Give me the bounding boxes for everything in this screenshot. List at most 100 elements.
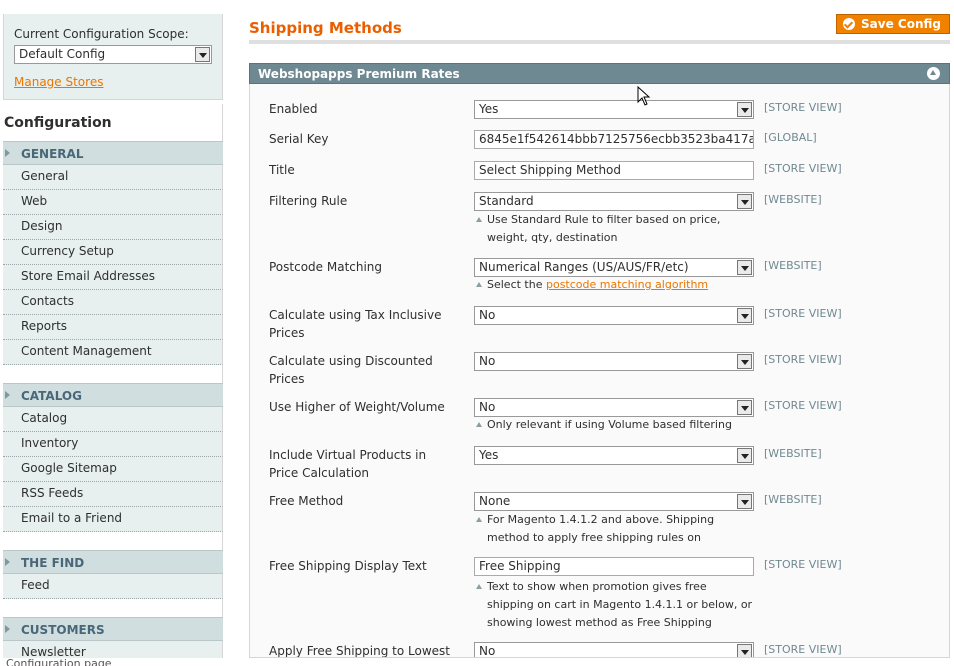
nav-spacer — [3, 365, 223, 383]
section-title: Webshopapps Premium Rates — [258, 67, 460, 81]
scope-label: [STORE VIEW] — [764, 101, 842, 114]
nav-item-inventory[interactable]: Inventory — [3, 432, 223, 457]
serial-key-input[interactable]: 6845e1f542614bbb7125756ecbb3523ba417addd — [474, 130, 754, 149]
select-value: Yes — [479, 448, 499, 462]
chevron-down-icon — [737, 260, 752, 275]
scope-label: [WEBSITE] — [764, 259, 822, 272]
apply-lowest-select[interactable]: No — [474, 642, 754, 658]
nav-section-title: CUSTOMERS — [21, 623, 105, 637]
nav-spacer — [3, 599, 223, 617]
scope-label: [WEBSITE] — [764, 447, 822, 460]
expand-arrow-icon — [5, 558, 10, 566]
save-config-label: Save Config — [861, 17, 941, 31]
filtering-rule-select[interactable]: Standard — [474, 192, 754, 211]
nav-item-email-to-a-friend[interactable]: Email to a Friend — [3, 507, 223, 532]
scope-label: [STORE VIEW] — [764, 399, 842, 412]
nav-section-the-find[interactable]: THE FIND — [3, 550, 223, 574]
field-note: Use Standard Rule to filter based on pri… — [474, 211, 764, 247]
free-shipping-text-input[interactable]: Free Shipping — [474, 557, 754, 576]
tax-inclusive-select[interactable]: No — [474, 306, 754, 325]
nav-section-title: THE FIND — [21, 556, 85, 570]
chevron-down-icon — [737, 308, 752, 323]
postcode-matching-select[interactable]: Numerical Ranges (US/AUS/FR/etc) — [474, 258, 754, 277]
field-label: Free Method — [269, 494, 344, 508]
note-text: Use Standard Rule to filter based on pri… — [487, 213, 721, 244]
sidebar: Current Configuration Scope: Default Con… — [0, 0, 223, 666]
scope-switcher: Current Configuration Scope: Default Con… — [3, 14, 223, 100]
select-value: No — [479, 354, 496, 368]
collapse-icon[interactable] — [927, 67, 940, 80]
note-text: Only relevant if using Volume based filt… — [487, 418, 732, 431]
scope-label: [STORE VIEW] — [764, 307, 842, 320]
nav-item-catalog[interactable]: Catalog — [3, 407, 223, 432]
field-label: Enabled — [269, 102, 318, 116]
nav-section-general[interactable]: GENERAL — [3, 141, 223, 165]
nav-item-contacts[interactable]: Contacts — [3, 290, 223, 315]
nav-item-google-sitemap[interactable]: Google Sitemap — [3, 457, 223, 482]
discounted-select[interactable]: No — [474, 352, 754, 371]
expand-arrow-icon — [5, 391, 10, 399]
nav-item-currency-setup[interactable]: Currency Setup — [3, 240, 223, 265]
enabled-select[interactable]: Yes — [474, 100, 754, 119]
nav-section-catalog[interactable]: CATALOG — [3, 383, 223, 407]
nav-item-feed[interactable]: Feed — [3, 574, 223, 599]
chevron-down-icon — [195, 47, 210, 62]
scope-label: [STORE VIEW] — [764, 643, 842, 656]
field-label: Include Virtual Products in Price Calcul… — [269, 448, 427, 480]
free-method-select[interactable]: None — [474, 492, 754, 511]
note-text: Text to show when promotion gives free s… — [487, 580, 753, 629]
nav-spacer — [3, 532, 223, 550]
chevron-down-icon — [737, 494, 752, 509]
note-text: For Magento 1.4.1.2 and above. Shipping … — [487, 513, 715, 544]
status-bar: Configuration page — [0, 658, 954, 666]
field-label: Serial Key — [269, 132, 329, 146]
nav-item-rss-feeds[interactable]: RSS Feeds — [3, 482, 223, 507]
title-input[interactable]: Select Shipping Method — [474, 161, 754, 180]
note-arrow-icon — [476, 217, 482, 222]
scope-label: [WEBSITE] — [764, 493, 822, 506]
nav-item-design[interactable]: Design — [3, 215, 223, 240]
chevron-down-icon — [737, 644, 752, 657]
save-config-button[interactable]: Save Config — [836, 14, 950, 34]
scope-select[interactable]: Default Config — [14, 45, 212, 64]
select-value: Standard — [479, 194, 534, 208]
manage-stores-link[interactable]: Manage Stores — [14, 75, 103, 89]
nav-item-reports[interactable]: Reports — [3, 315, 223, 340]
scope-label: [STORE VIEW] — [764, 558, 842, 571]
fieldset: Enabled Yes [STORE VIEW] Serial Key 6845… — [249, 84, 950, 658]
field-label: Apply Free Shipping to Lowest — [269, 644, 450, 658]
field-label: Free Shipping Display Text — [269, 559, 427, 573]
scope-label: [STORE VIEW] — [764, 353, 842, 366]
nav-item-content-management[interactable]: Content Management — [3, 340, 223, 365]
select-value: Numerical Ranges (US/AUS/FR/etc) — [479, 260, 689, 274]
scope-label: [GLOBAL] — [764, 131, 817, 144]
chevron-down-icon — [737, 102, 752, 117]
chevron-down-icon — [737, 448, 752, 463]
select-value: No — [479, 400, 496, 414]
chevron-down-icon — [737, 354, 752, 369]
select-value: No — [479, 644, 496, 658]
field-label: Title — [269, 163, 295, 177]
nav-item-web[interactable]: Web — [3, 190, 223, 215]
higher-weight-select[interactable]: No — [474, 398, 754, 417]
scope-label: Current Configuration Scope: — [14, 27, 189, 41]
nav-section-customers[interactable]: CUSTOMERS — [3, 617, 223, 641]
field-note: Only relevant if using Volume based filt… — [474, 416, 764, 434]
field-note: Text to show when promotion gives free s… — [474, 578, 754, 632]
note-arrow-icon — [476, 282, 482, 287]
scope-label: [WEBSITE] — [764, 193, 822, 206]
section-header[interactable]: Webshopapps Premium Rates — [249, 63, 950, 84]
note-arrow-icon — [476, 517, 482, 522]
nav-item-store-email-addresses[interactable]: Store Email Addresses — [3, 265, 223, 290]
nav-item-general[interactable]: General — [3, 165, 223, 190]
select-value: None — [479, 494, 511, 508]
virtual-products-select[interactable]: Yes — [474, 446, 754, 465]
postcode-algorithm-link[interactable]: postcode matching algorithm — [546, 278, 708, 291]
status-text: Configuration page — [6, 658, 112, 666]
field-label: Calculate using Tax Inclusive Prices — [269, 308, 442, 340]
nav-section-title: CATALOG — [21, 389, 82, 403]
config-nav: GENERAL General Web Design Currency Setu… — [3, 141, 223, 666]
note-text: Select the — [487, 278, 546, 291]
chevron-down-icon — [737, 194, 752, 209]
expand-arrow-icon — [5, 149, 10, 157]
